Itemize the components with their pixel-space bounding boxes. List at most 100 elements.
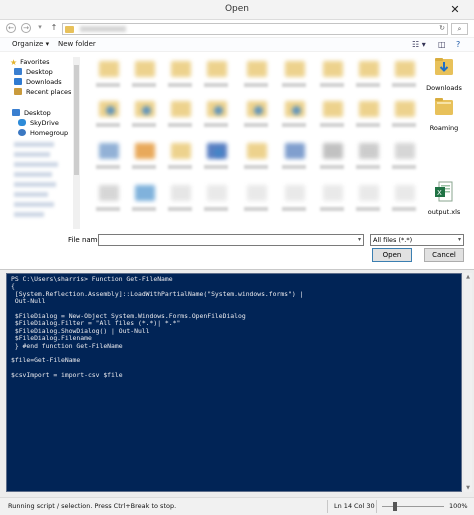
folder-item[interactable] — [390, 95, 418, 131]
close-button[interactable]: ✕ — [444, 2, 466, 17]
homegroup-icon — [18, 129, 26, 136]
nav-downloads[interactable]: Downloads — [14, 78, 62, 88]
folder-item[interactable] — [166, 55, 194, 91]
scrollbar-thumb[interactable] — [74, 65, 79, 175]
file-item[interactable] — [318, 137, 346, 173]
nav-homegroup[interactable]: Homegroup — [18, 129, 68, 139]
folder-item[interactable] — [280, 95, 308, 131]
folder-downloads[interactable]: Downloads — [420, 55, 468, 92]
folder-item[interactable] — [166, 137, 194, 173]
folder-icon — [359, 61, 379, 77]
nav-item-blurred[interactable] — [14, 142, 54, 147]
file-item[interactable] — [202, 137, 230, 173]
organize-button[interactable]: Organize ▾ — [12, 40, 49, 48]
folder-item[interactable] — [390, 55, 418, 91]
chevron-down-icon[interactable]: ▾ — [458, 236, 461, 243]
nav-favorites[interactable]: ★ Favorites — [10, 58, 50, 68]
view-options-icon[interactable]: ☷ ▾ — [412, 40, 426, 49]
file-item[interactable] — [166, 179, 194, 215]
nav-item-blurred[interactable] — [14, 172, 52, 177]
file-item[interactable] — [202, 179, 230, 215]
file-item[interactable] — [318, 179, 346, 215]
folder-item[interactable] — [354, 55, 382, 91]
forward-button[interactable]: → — [21, 23, 31, 33]
folder-item[interactable] — [94, 55, 122, 91]
scroll-up-icon[interactable]: ▲ — [464, 274, 472, 280]
nav-skydrive[interactable]: SkyDrive — [18, 119, 59, 129]
nav-desktop[interactable]: Desktop — [14, 68, 53, 78]
nav-item-blurred[interactable] — [14, 162, 58, 167]
console-output[interactable]: PS C:\Users\sharris> Function Get-FileNa… — [6, 273, 462, 492]
preview-pane-icon[interactable]: ◫ — [438, 40, 446, 49]
folder-item[interactable] — [202, 55, 230, 91]
folder-item[interactable] — [318, 55, 346, 91]
dialog-title: Open — [224, 4, 250, 14]
nav-desktop-root[interactable]: Desktop — [12, 109, 51, 119]
nav-scrollbar[interactable] — [73, 57, 80, 229]
file-label: output.xls — [427, 208, 461, 216]
back-button[interactable]: ← — [6, 23, 16, 33]
nav-item-blurred[interactable] — [14, 212, 44, 217]
file-item[interactable] — [130, 179, 158, 215]
folder-icon — [323, 101, 343, 117]
file-item[interactable] — [94, 137, 122, 173]
chevron-down-icon[interactable]: ▾ — [358, 236, 361, 243]
search-icon[interactable]: ⌕ — [451, 23, 468, 35]
file-label: Downloads — [426, 84, 462, 92]
folder-item[interactable] — [318, 95, 346, 131]
folder-icon — [171, 61, 191, 77]
folder-item[interactable] — [280, 55, 308, 91]
folder-item[interactable] — [130, 55, 158, 91]
file-item[interactable] — [280, 179, 308, 215]
console-scrollbar[interactable]: ▲ ▼ — [464, 273, 472, 492]
folder-icon — [65, 26, 74, 33]
nav-item-blurred[interactable] — [14, 152, 50, 157]
folder-item[interactable] — [242, 137, 270, 173]
new-folder-button[interactable]: New folder — [58, 40, 96, 48]
folder-item[interactable] — [202, 95, 230, 131]
open-button[interactable]: Open — [372, 248, 412, 262]
folder-icon — [99, 61, 119, 77]
folder-item[interactable] — [94, 95, 122, 131]
nav-item-blurred[interactable] — [14, 202, 54, 207]
file-item[interactable] — [354, 137, 382, 173]
help-icon[interactable]: ? — [456, 40, 460, 49]
file-item[interactable] — [94, 179, 122, 215]
folder-item[interactable] — [130, 95, 158, 131]
file-item[interactable] — [390, 179, 418, 215]
svg-text:X: X — [437, 189, 442, 197]
address-bar[interactable]: ↻ — [62, 23, 448, 35]
folder-item[interactable] — [354, 95, 382, 131]
refresh-icon[interactable]: ↻ — [439, 24, 445, 32]
folder-icon — [395, 101, 415, 117]
nav-recent-places[interactable]: Recent places — [14, 88, 71, 98]
recent-locations-button[interactable]: ▾ — [35, 23, 45, 33]
zoom-slider-knob[interactable] — [393, 502, 397, 511]
file-item[interactable] — [280, 137, 308, 173]
zoom-level: 100% — [449, 502, 468, 510]
folder-item[interactable] — [242, 95, 270, 131]
folder-item[interactable] — [242, 55, 270, 91]
scroll-down-icon[interactable]: ▼ — [464, 485, 472, 491]
address-row: ← → ▾ ↑ ↻ ⌕ — [0, 20, 474, 35]
folder-item[interactable] — [166, 95, 194, 131]
cancel-button[interactable]: Cancel — [424, 248, 464, 262]
file-list: Downloads Roaming X output.xls — [86, 53, 468, 231]
folder-roaming[interactable]: Roaming — [420, 95, 468, 132]
file-type-select[interactable]: All files (*.*) ▾ — [370, 234, 464, 246]
open-file-dialog: Open ✕ ← → ▾ ↑ ↻ ⌕ Organize ▾ New folder… — [0, 0, 474, 270]
file-item[interactable] — [354, 179, 382, 215]
powershell-pane: PS C:\Users\sharris> Function Get-FileNa… — [0, 270, 474, 497]
file-item[interactable] — [130, 137, 158, 173]
folder-icon — [135, 61, 155, 77]
up-folder-button[interactable]: ↑ — [49, 23, 59, 33]
file-item[interactable] — [390, 137, 418, 173]
file-name-input[interactable]: ▾ — [98, 234, 364, 246]
file-item[interactable] — [242, 179, 270, 215]
folder-icon — [359, 101, 379, 117]
nav-item-blurred[interactable] — [14, 182, 56, 187]
breadcrumb[interactable] — [80, 26, 126, 32]
nav-item-blurred[interactable] — [14, 192, 48, 197]
zoom-slider[interactable] — [382, 502, 444, 511]
file-output-xls[interactable]: X output.xls — [420, 181, 468, 216]
